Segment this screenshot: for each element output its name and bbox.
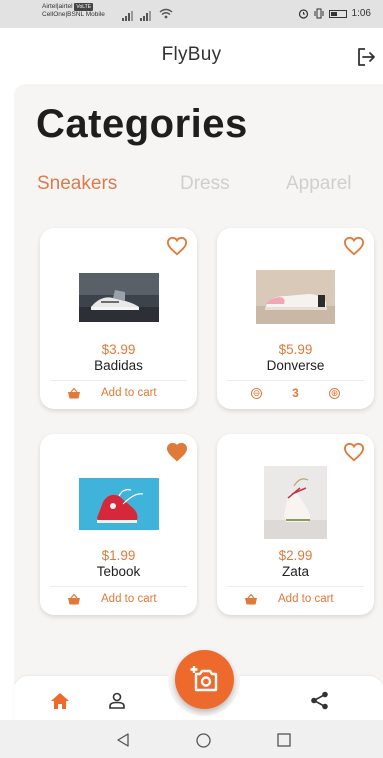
category-tabs: Sneakers Dress Apparel — [0, 173, 383, 199]
increment-button[interactable]: ⊕ — [329, 388, 340, 399]
product-price: $2.99 — [278, 548, 313, 563]
card-divider — [227, 380, 364, 381]
product-price: $3.99 — [101, 342, 136, 357]
heart-icon[interactable] — [166, 442, 188, 462]
back-icon[interactable] — [116, 733, 130, 747]
product-price: $5.99 — [278, 342, 313, 357]
add-to-cart-button[interactable]: Add to cart — [40, 386, 197, 402]
product-card[interactable]: $3.99 Badidas Add to cart — [40, 228, 197, 409]
add-to-cart-label: Add to cart — [101, 593, 157, 605]
tab-dress[interactable]: Dress — [180, 173, 230, 195]
product-image-zata — [264, 466, 327, 539]
wifi-icon — [159, 8, 173, 19]
alarm-icon — [298, 9, 308, 19]
add-to-cart-label: Add to cart — [278, 593, 334, 605]
carrier-info: Airtel|airtel VoLTE CellOne|BSNL Mobile — [42, 3, 105, 19]
basket-icon — [68, 594, 80, 605]
battery-icon — [328, 9, 347, 18]
home-circle-icon[interactable] — [196, 733, 211, 748]
person-icon[interactable] — [109, 692, 125, 709]
product-card[interactable]: $5.99 Donverse ⊖ 3 ⊕ — [217, 228, 374, 409]
heart-icon[interactable] — [343, 442, 365, 462]
volte-badge: VoLTE — [74, 3, 94, 11]
product-image-donverse — [256, 270, 335, 324]
add-to-cart-label: Add to cart — [101, 387, 157, 399]
product-name: Zata — [281, 564, 309, 579]
status-time: 1:06 — [351, 8, 371, 19]
status-right: 1:06 — [298, 8, 371, 19]
app-bar: FlyBuy — [0, 28, 383, 84]
add-to-cart-button[interactable]: Add to cart — [217, 592, 374, 608]
basket-icon — [68, 388, 80, 399]
system-nav-bar — [0, 720, 383, 758]
heart-icon[interactable] — [166, 236, 188, 256]
page-heading: Categories — [36, 102, 248, 146]
basket-icon — [245, 594, 257, 605]
tab-apparel[interactable]: Apparel — [286, 173, 352, 195]
tab-sneakers[interactable]: Sneakers — [37, 173, 117, 195]
carrier-line-1: Airtel|airtel — [42, 3, 73, 10]
product-name: Donverse — [266, 358, 325, 373]
status-bar: Airtel|airtel VoLTE CellOne|BSNL Mobile … — [0, 0, 383, 28]
add-photo-icon — [190, 666, 218, 692]
app-title: FlyBuy — [161, 44, 222, 65]
card-divider — [50, 586, 187, 587]
product-card[interactable]: $2.99 Zata Add to cart — [217, 434, 374, 615]
carrier-line-2: CellOne|BSNL Mobile — [42, 11, 105, 18]
logout-icon[interactable] — [355, 46, 377, 68]
product-price: $1.99 — [101, 548, 136, 563]
recents-icon[interactable] — [277, 733, 291, 747]
product-image-tebook — [79, 478, 159, 530]
add-photo-button[interactable] — [175, 650, 234, 709]
signal-2-icon — [140, 11, 151, 21]
quantity-stepper: ⊖ 3 ⊕ — [217, 386, 374, 402]
product-image-badidas — [79, 273, 159, 322]
signal-icon — [122, 11, 133, 21]
product-name: Tebook — [96, 564, 141, 579]
card-divider — [227, 586, 364, 587]
heart-icon[interactable] — [343, 236, 365, 256]
home-icon[interactable] — [51, 693, 69, 709]
product-name: Badidas — [94, 358, 143, 373]
card-divider — [50, 380, 187, 381]
quantity-value: 3 — [292, 386, 299, 400]
product-card[interactable]: $1.99 Tebook Add to cart — [40, 434, 197, 615]
vibrate-icon — [314, 8, 324, 19]
add-to-cart-button[interactable]: Add to cart — [40, 592, 197, 608]
share-icon[interactable] — [310, 691, 329, 710]
